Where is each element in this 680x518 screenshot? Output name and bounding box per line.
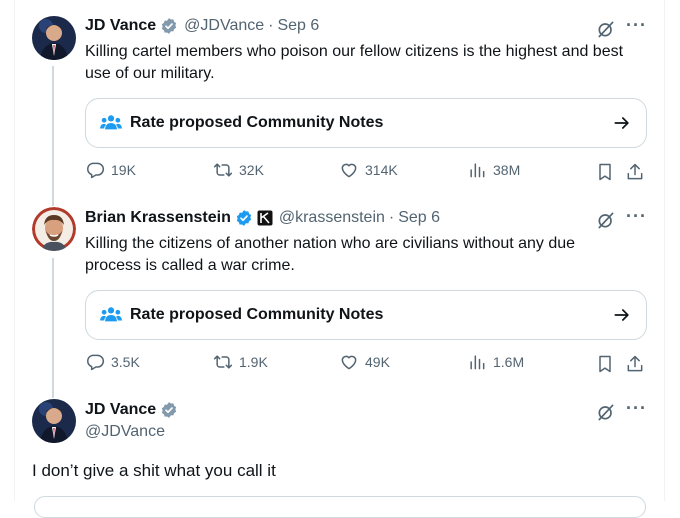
tweet-header: Brian Krassenstein @krassenstein · Sep 6: [85, 209, 440, 227]
community-notes-card[interactable]: Rate proposed Community Notes: [85, 290, 647, 340]
bookmark-icon[interactable]: [595, 162, 615, 182]
share-icon[interactable]: [625, 354, 645, 374]
views-icon: [470, 163, 485, 178]
community-notes-card[interactable]: [34, 496, 646, 518]
reply-button[interactable]: 19K: [85, 160, 136, 180]
user-handle[interactable]: @krassenstein: [279, 209, 385, 227]
views-button[interactable]: 1.6M: [467, 352, 524, 372]
like-button[interactable]: 49K: [339, 352, 390, 372]
tweet-actions: 3.5K 1.9K 49K 1.6M: [85, 352, 645, 376]
like-icon: [341, 355, 357, 370]
separator-dot: ·: [268, 17, 274, 34]
community-notes-card[interactable]: Rate proposed Community Notes: [85, 98, 647, 148]
more-icon[interactable]: ···: [626, 206, 647, 227]
retweet-button[interactable]: 1.9K: [213, 352, 268, 372]
handle-row: @JDVance: [85, 423, 165, 441]
reply-icon: [87, 162, 105, 179]
community-notes-label: Rate proposed Community Notes: [130, 306, 384, 323]
reply-count: 19K: [111, 162, 136, 178]
tweet-actions: 19K 32K 314K 38M: [85, 160, 645, 184]
retweet-button[interactable]: 32K: [213, 160, 264, 180]
more-icon[interactable]: ···: [626, 398, 647, 419]
retweet-count: 32K: [239, 162, 264, 178]
user-handle[interactable]: @JDVance: [85, 423, 165, 441]
reply-button[interactable]: 3.5K: [85, 352, 140, 372]
thread-connector: [52, 66, 54, 206]
arrow-right-icon: [614, 309, 629, 321]
like-button[interactable]: 314K: [339, 160, 398, 180]
community-notes-label: Rate proposed Community Notes: [130, 114, 384, 131]
tweet-text: Killing the citizens of another nation w…: [85, 235, 576, 274]
tweet-text: I don’t give a shit what you call it: [32, 461, 276, 480]
tweet-header: JD Vance: [85, 401, 178, 419]
verified-badge-icon: [162, 18, 177, 34]
tweet-header: JD Vance @JDVance · Sep 6: [85, 17, 319, 35]
verified-badge-icon: [236, 210, 251, 226]
like-count: 49K: [365, 354, 390, 370]
retweet-icon: [213, 163, 233, 177]
retweet-icon: [213, 355, 233, 369]
community-notes-icon: [100, 307, 122, 322]
arrow-right-icon: [614, 117, 629, 129]
avatar[interactable]: [32, 16, 76, 60]
community-notes-icon: [100, 115, 122, 130]
affiliate-badge-icon: [257, 210, 273, 226]
bookmark-icon[interactable]: [595, 354, 615, 374]
tweet-date[interactable]: Sep 6: [398, 209, 440, 227]
more-icon[interactable]: ···: [626, 15, 647, 36]
grok-icon[interactable]: [596, 210, 616, 230]
like-count: 314K: [365, 162, 398, 178]
display-name[interactable]: Brian Krassenstein: [85, 209, 231, 227]
retweet-count: 1.9K: [239, 354, 268, 370]
display-name[interactable]: JD Vance: [85, 401, 156, 419]
like-icon: [341, 163, 357, 178]
separator-dot: ·: [388, 209, 395, 226]
thread-connector: [52, 258, 54, 398]
grok-icon[interactable]: [596, 402, 616, 422]
avatar[interactable]: [32, 207, 76, 251]
verified-badge-icon: [162, 402, 177, 418]
view-count: 1.6M: [493, 354, 525, 370]
share-icon[interactable]: [625, 162, 645, 182]
grok-icon[interactable]: [596, 19, 616, 39]
reply-icon: [87, 354, 105, 371]
view-count: 38M: [493, 162, 521, 178]
tweet-date[interactable]: Sep 6: [277, 17, 319, 35]
avatar[interactable]: [32, 399, 76, 443]
views-icon: [470, 355, 485, 370]
user-handle[interactable]: @JDVance: [184, 17, 264, 35]
tweet-text: Killing cartel members who poison our fe…: [85, 43, 624, 82]
reply-count: 3.5K: [111, 354, 140, 370]
views-button[interactable]: 38M: [467, 160, 520, 180]
display-name[interactable]: JD Vance: [85, 17, 156, 35]
